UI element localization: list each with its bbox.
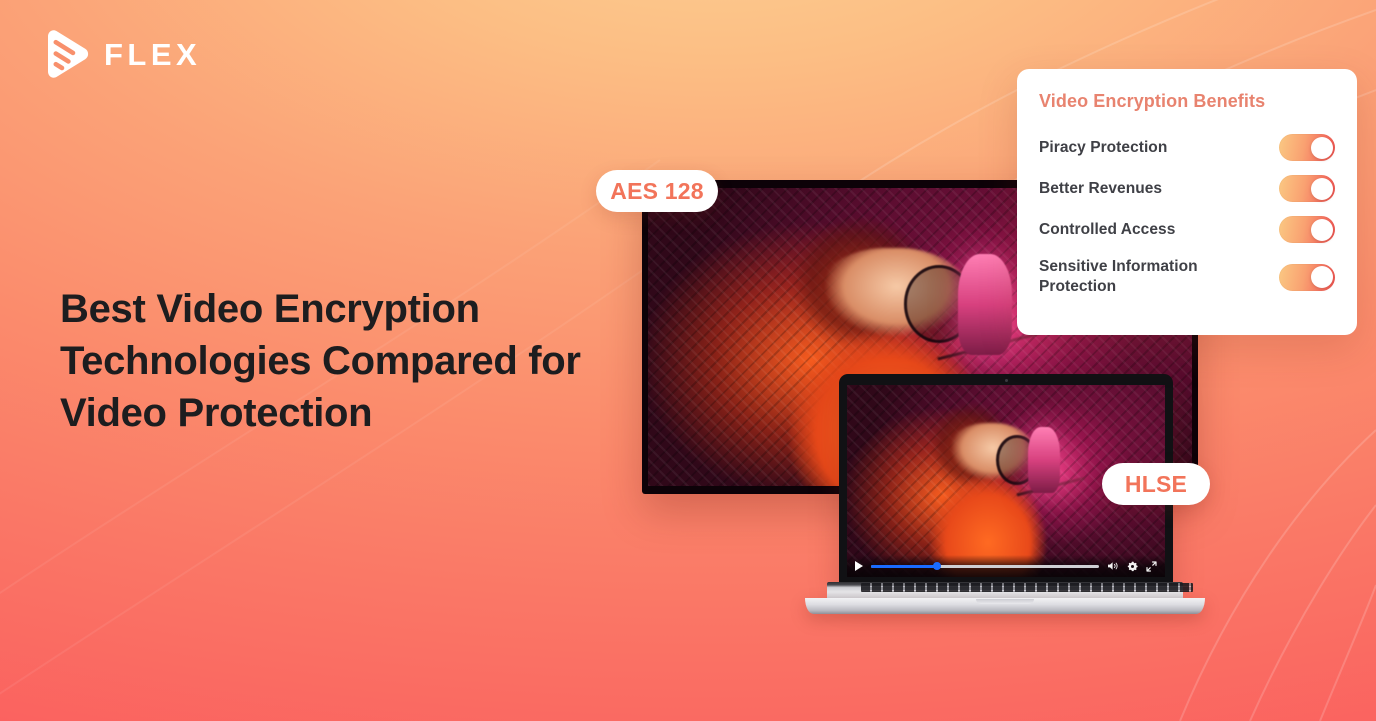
laptop-front-notch — [976, 599, 1034, 604]
benefit-toggle-controlled-access[interactable] — [1279, 216, 1335, 243]
toggle-knob — [1310, 266, 1333, 288]
progress-fill — [871, 564, 938, 568]
fullscreen-icon[interactable] — [1146, 560, 1157, 572]
volume-icon[interactable] — [1107, 561, 1119, 571]
benefit-row[interactable]: Controlled Access — [1039, 216, 1335, 243]
toggle-knob — [1310, 218, 1333, 241]
progress-handle[interactable] — [933, 562, 942, 570]
laptop-base — [805, 582, 1205, 614]
gear-icon[interactable] — [1127, 561, 1138, 572]
progress-scrubber[interactable] — [871, 562, 1099, 570]
benefit-row[interactable]: Better Revenues — [1039, 175, 1335, 202]
benefit-toggle-sensitive-information-protection[interactable] — [1279, 263, 1335, 291]
benefit-label: Controlled Access — [1039, 220, 1176, 238]
play-icon[interactable] — [855, 561, 863, 571]
brand-logo[interactable]: FLEX — [42, 28, 201, 80]
tag-aes-128[interactable]: AES 128 — [596, 170, 718, 212]
benefit-label: Sensitive Information Protection — [1039, 258, 1198, 295]
brand-wordmark: FLEX — [104, 36, 202, 72]
toggle-knob — [1310, 177, 1333, 200]
benefit-label: Better Revenues — [1039, 179, 1163, 197]
laptop-webcam-icon — [1004, 379, 1008, 382]
studio-microphone-small — [1028, 427, 1061, 493]
benefits-card-title: Video Encryption Benefits — [1039, 91, 1266, 111]
benefit-toggle-better-revenues[interactable] — [1279, 175, 1335, 202]
toggle-knob — [1310, 136, 1333, 159]
hero-banner: FLEX Best Video Encryption Technologies … — [0, 0, 1376, 721]
tag-hlse[interactable]: HLSE — [1102, 463, 1210, 505]
benefit-label: Piracy Protection — [1039, 138, 1168, 156]
benefit-toggle-piracy-protection[interactable] — [1279, 134, 1335, 161]
benefit-row[interactable]: Sensitive Information Protection — [1039, 257, 1335, 297]
page-title: Best Video Encryption Technologies Compa… — [60, 287, 581, 435]
studio-microphone — [958, 253, 1013, 355]
benefits-card: Video Encryption Benefits Piracy Protect… — [1017, 69, 1357, 335]
benefit-row[interactable]: Piracy Protection — [1039, 134, 1335, 161]
laptop-keys — [861, 583, 1193, 592]
video-player-controls[interactable] — [847, 555, 1165, 577]
flex-play-mark-icon — [48, 30, 89, 78]
